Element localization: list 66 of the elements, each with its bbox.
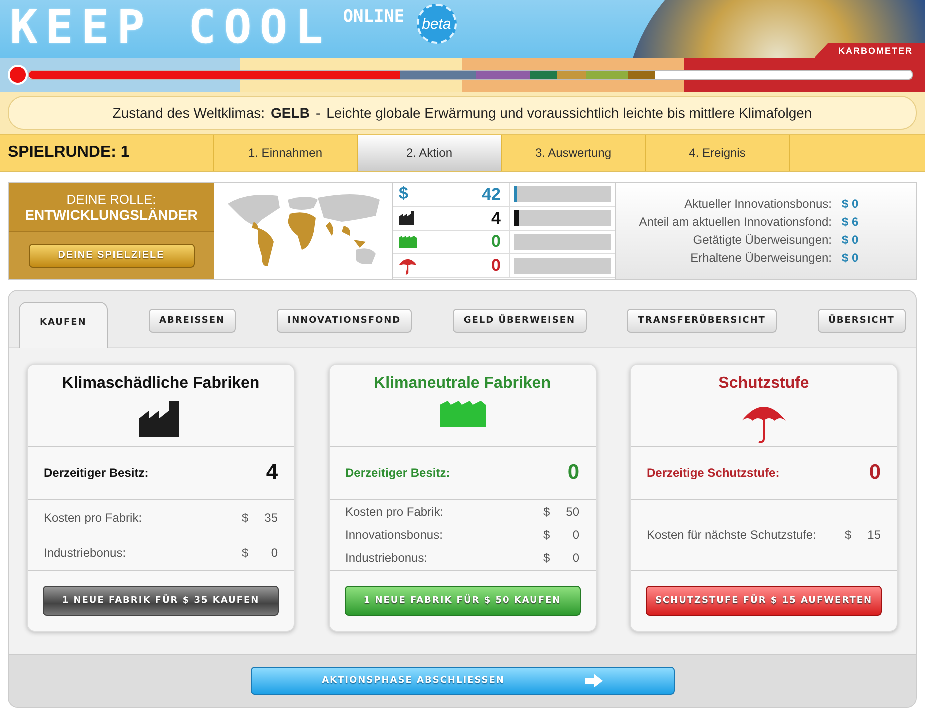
game-title: KEEP COOL — [10, 2, 332, 52]
card-title: Klimaneutrale Fabriken — [374, 375, 551, 393]
owned-label: Derzeitiger Besitz: — [346, 466, 450, 480]
currency-symbol: $ — [242, 510, 250, 524]
resource-value: 0 — [427, 254, 510, 278]
detail-label: Kosten für nächste Schutzstufe: — [647, 528, 818, 542]
factory-icon — [399, 211, 417, 226]
climate-status-label: Zustand des Weltklimas: — [112, 105, 266, 121]
resource-value: 0 — [427, 230, 510, 254]
detail-value: 35 — [264, 510, 278, 524]
currency-symbol: $ — [242, 546, 250, 560]
bonus-value: $ 0 — [842, 197, 860, 211]
role-name: ENTWICKLUNGSLÄNDER — [25, 206, 198, 222]
card-title: Klimaschädliche Fabriken — [62, 375, 260, 393]
card-title: Schutzstufe — [718, 375, 810, 393]
detail-value: 0 — [572, 551, 580, 566]
umbrella-icon — [399, 256, 417, 275]
detail-label: Industriebonus: — [346, 551, 429, 566]
owned-label: Derzeitige Schutzstufe: — [647, 466, 780, 480]
bonus-value: $ 0 — [842, 233, 860, 247]
action-tab[interactable]: ABREISSEN — [148, 309, 236, 333]
karbometer-label: KARBOMETER — [814, 43, 925, 58]
factory-icon — [399, 236, 417, 248]
resource-value: 42 — [427, 182, 510, 206]
action-tab[interactable]: INNOVATIONSFOND — [276, 309, 412, 333]
action-tab[interactable]: TRANSFERÜBERSICHT — [627, 309, 777, 333]
detail-label: Industriebonus: — [44, 546, 128, 560]
currency-symbol: $ — [544, 504, 552, 519]
separator-text: - — [316, 105, 321, 121]
currency-symbol: $ — [845, 528, 853, 542]
detail-label: Kosten pro Fabrik: — [44, 510, 144, 524]
resource-value: 4 — [427, 206, 510, 230]
detail-value: 50 — [565, 504, 580, 519]
bonus-value: $ 0 — [842, 251, 860, 265]
phase-tab[interactable]: 2. Aktion — [357, 135, 501, 171]
bonus-label: Erhaltene Überweisungen: — [690, 251, 832, 265]
action-tab[interactable]: ÜBERSICHT — [818, 309, 906, 333]
bonus-label: Aktueller Innovationsbonus: — [684, 197, 832, 211]
dollar-icon: $ — [399, 184, 408, 204]
owned-value: 0 — [869, 461, 881, 485]
owned-value: 4 — [266, 461, 278, 485]
buy-button[interactable]: 1 NEUE FABRIK FÜR $ 35 KAUFEN — [43, 586, 279, 616]
detail-value: 0 — [572, 528, 580, 542]
role-label: DEINE ROLLE: — [66, 192, 156, 206]
owned-label: Derzeitiger Besitz: — [44, 466, 149, 480]
bonus-value: $ 6 — [842, 215, 860, 229]
owned-value: 0 — [568, 461, 580, 485]
phase-tab[interactable]: 4. Ereignis — [645, 135, 789, 171]
factory-icon — [440, 401, 486, 427]
detail-value: 0 — [270, 546, 278, 560]
action-tab[interactable]: KAUFEN — [19, 302, 108, 348]
currency-symbol: $ — [544, 528, 552, 542]
action-tab[interactable]: GELD ÜBERWEISEN — [452, 309, 587, 333]
detail-value: 15 — [866, 528, 881, 542]
game-subtitle: ONLINE — [343, 7, 405, 27]
currency-symbol: $ — [544, 551, 552, 566]
round-label: SPIELRUNDE: 1 — [7, 143, 131, 163]
detail-label: Kosten pro Fabrik: — [346, 504, 445, 519]
climate-status-value: GELB — [271, 105, 310, 121]
bonus-label: Anteil am aktuellen Innovationsfond: — [639, 215, 832, 229]
beta-badge: beta — [416, 4, 457, 44]
phase-tab[interactable]: 3. Auswertung — [501, 135, 645, 171]
bonus-label: Getätigte Überweisungen: — [693, 233, 832, 247]
detail-label: Innovationsbonus: — [346, 528, 444, 542]
climate-status-description: Leichte globale Erwärmung und voraussichtlich leichte bis mittlere Klimafolgen — [326, 105, 812, 121]
arrow-right-icon — [584, 674, 603, 688]
